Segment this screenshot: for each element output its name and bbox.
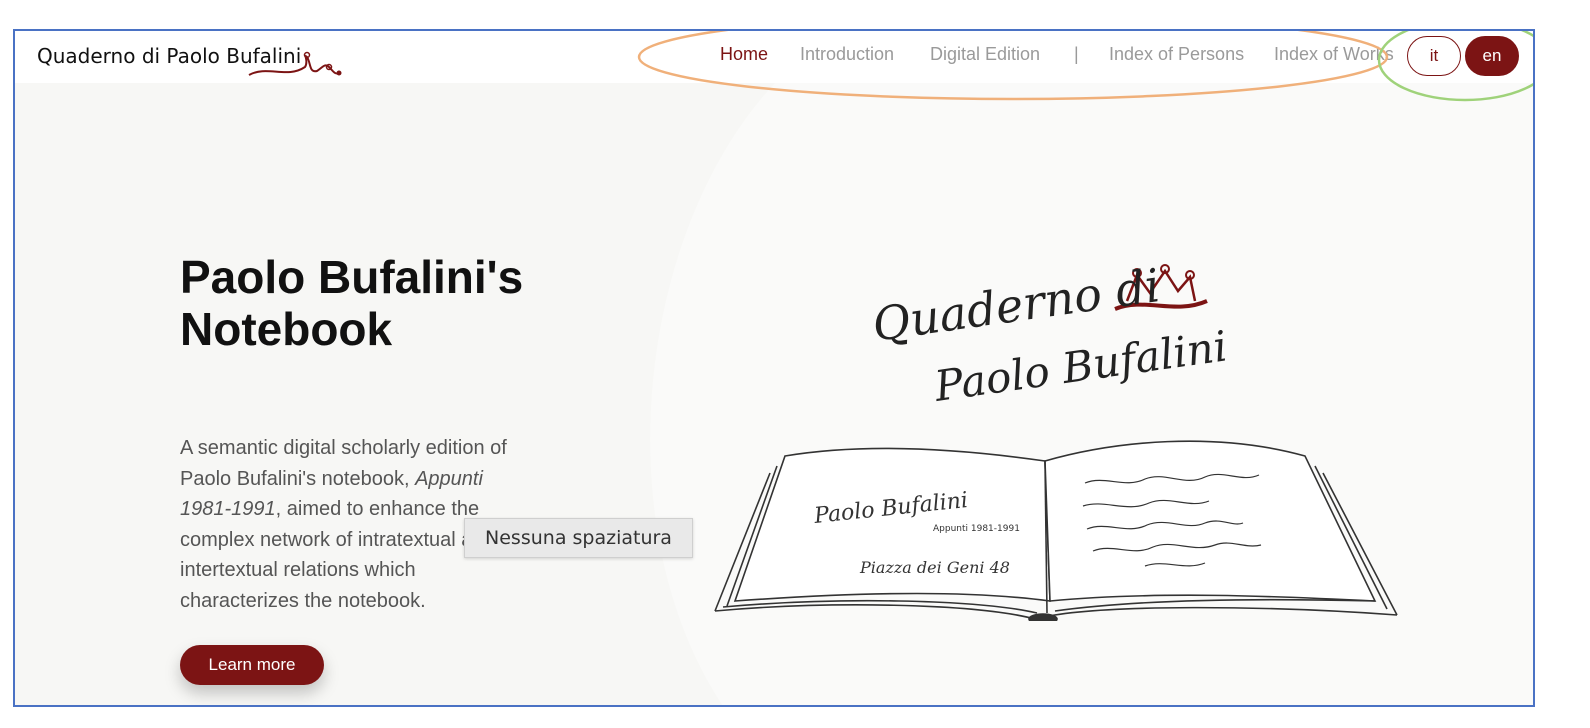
hero-title: Paolo Bufalini's Notebook — [180, 251, 524, 355]
nav-index-of-persons[interactable]: Index of Persons — [1109, 44, 1244, 65]
language-en-button[interactable]: en — [1465, 36, 1519, 76]
nav-separator: | — [1074, 44, 1079, 64]
book-page-left-subtitle: Appunti 1981-1991 — [933, 524, 1020, 534]
nav-introduction[interactable]: Introduction — [800, 44, 894, 65]
language-it-button[interactable]: it — [1407, 36, 1461, 76]
page-frame: Quaderno di Paolo Bufalini Home Introduc… — [13, 29, 1535, 707]
book-page-left-address: Piazza dei Geni 48 — [859, 558, 1010, 577]
learn-more-button[interactable]: Learn more — [180, 645, 324, 685]
top-navbar: Quaderno di Paolo Bufalini Home Introduc… — [15, 31, 1533, 83]
nav-index-of-works[interactable]: Index of Works — [1274, 44, 1394, 65]
style-tooltip: Nessuna spaziatura — [464, 518, 693, 558]
brand-signature-icon — [248, 51, 342, 76]
open-book-drawing — [714, 440, 1398, 621]
nav-digital-edition[interactable]: Digital Edition — [930, 44, 1040, 65]
notebook-illustration: Quaderno di Paolo Bufalini Paolo Bufalin… — [714, 261, 1398, 621]
nav-home[interactable]: Home — [720, 44, 768, 65]
